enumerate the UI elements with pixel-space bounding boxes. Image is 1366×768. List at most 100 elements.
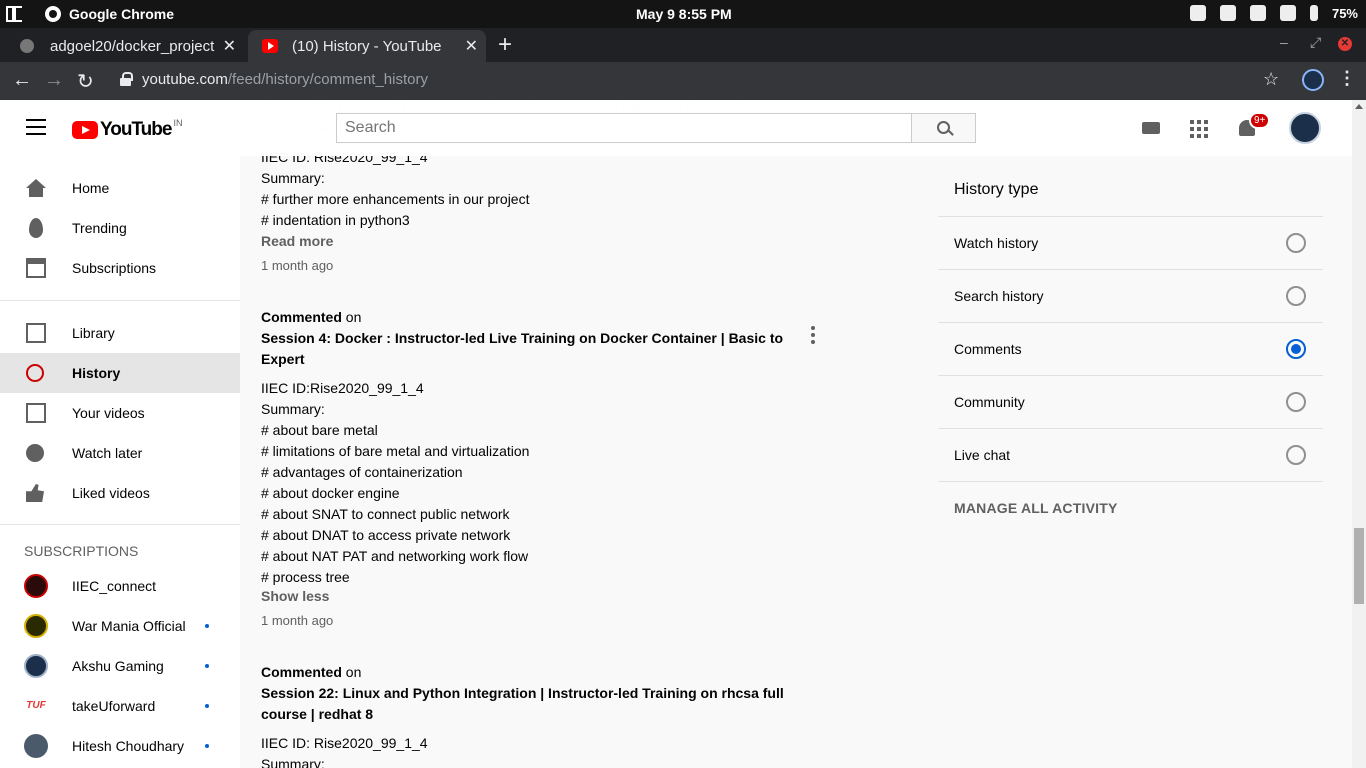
radio-button[interactable] [1286, 392, 1306, 412]
video-title-link[interactable]: Session 22: Linux and Python Integration… [261, 685, 784, 701]
forward-button[interactable]: → [44, 69, 64, 92]
system-clock[interactable]: May 9 8:55 PM [636, 6, 732, 22]
comment-menu-icon[interactable] [811, 326, 815, 347]
comment-summary-label: Summary: [261, 170, 325, 186]
comment-timestamp: 1 month ago [261, 258, 334, 273]
region-code: IN [173, 118, 183, 128]
sidebar-item-label: Watch later [72, 445, 143, 461]
radio-button-selected[interactable] [1286, 339, 1306, 359]
sidebar-item-label: Home [72, 180, 110, 196]
manage-all-activity-link[interactable]: MANAGE ALL ACTIVITY [954, 500, 1118, 516]
drive-icon[interactable] [1219, 5, 1236, 21]
tab-github[interactable]: adgoel20/docker_project ✕ [6, 30, 244, 62]
lock-icon[interactable] [120, 72, 133, 86]
create-video-icon[interactable] [1142, 122, 1160, 134]
close-tab-icon[interactable]: ✕ [223, 36, 236, 56]
battery-percent: 75% [1331, 5, 1358, 21]
radio-button[interactable] [1286, 233, 1306, 253]
radio-button[interactable] [1286, 286, 1306, 306]
page-scrollbar[interactable] [1352, 100, 1366, 768]
sidebar-item-label: Your videos [72, 405, 145, 421]
minimize-icon[interactable]: – [1280, 34, 1288, 50]
new-content-dot [205, 744, 209, 748]
read-more-button[interactable]: Read more [261, 233, 333, 249]
shield-icon[interactable] [1189, 5, 1206, 21]
sidebar-item-watch-later[interactable]: Watch later [0, 433, 240, 473]
sidebar-item-liked-videos[interactable]: Liked videos [0, 473, 240, 513]
chrome-profile-avatar[interactable] [1302, 69, 1324, 91]
browser-tab-strip: adgoel20/docker_project ✕ (10) History -… [0, 28, 1366, 62]
address-bar[interactable]: youtube.com/feed/history/comment_history [142, 71, 428, 88]
close-tab-icon[interactable]: ✕ [465, 36, 478, 56]
new-tab-button[interactable]: + [498, 31, 512, 59]
show-less-button[interactable]: Show less [261, 588, 329, 604]
sidebar-item-subscriptions[interactable]: Subscriptions [0, 248, 240, 288]
comment-action-line: Commented on [261, 664, 361, 680]
guide-sidebar: Home Trending Subscriptions Library Hist… [0, 156, 240, 768]
commented-label: Commented [261, 309, 342, 325]
video-title-link[interactable]: Expert [261, 351, 305, 367]
sidebar-item-label: Liked videos [72, 485, 150, 501]
chrome-menu-icon[interactable]: ⋮ [1338, 68, 1356, 89]
sidebar-item-trending[interactable]: Trending [0, 208, 240, 248]
search-button[interactable] [911, 113, 976, 143]
tab-youtube-history[interactable]: (10) History - YouTube ✕ [248, 30, 486, 62]
youtube-header: YouTube IN 9+ [0, 100, 1352, 156]
comment-line: # further more enhancements in our proje… [261, 191, 530, 207]
history-icon [26, 364, 44, 382]
channel-avatar [24, 574, 48, 598]
reload-button[interactable]: ↻ [77, 69, 94, 94]
sidebar-item-history[interactable]: History [0, 353, 240, 393]
video-title-link[interactable]: course | redhat 8 [261, 706, 373, 722]
subscriptions-icon [26, 258, 46, 278]
video-title-link[interactable]: Session 4: Docker : Instructor-led Live … [261, 330, 783, 346]
battery-icon[interactable] [1309, 5, 1318, 21]
back-button[interactable]: ← [12, 69, 32, 92]
option-comments[interactable]: Comments [938, 322, 1323, 375]
comment-id-line: IIEC ID:Rise2020_99_1_4 [261, 380, 424, 396]
comment-id-line: IIEC ID: Rise2020_99_1_4 [261, 735, 428, 751]
option-search-history[interactable]: Search history [938, 269, 1323, 322]
tuf-logo-icon: TUF [24, 694, 48, 718]
divider [938, 481, 1323, 482]
option-watch-history[interactable]: Watch history [938, 216, 1323, 269]
comment-history-feed: Session 22: Linux and Python Integration… [240, 100, 910, 768]
sidebar-item-label: Trending [72, 220, 127, 236]
comment-line: # about SNAT to connect public network [261, 506, 510, 522]
account-avatar[interactable] [1289, 112, 1321, 144]
window-close-icon[interactable]: ✕ [1338, 37, 1352, 51]
sidebar-item-label: Subscriptions [72, 260, 157, 276]
volume-icon[interactable] [1279, 5, 1296, 21]
subscription-item[interactable]: TUF takeUforward [0, 686, 240, 726]
subscription-item[interactable]: War Mania Official [0, 606, 240, 646]
comment-summary-label: Summary: [261, 756, 325, 768]
apps-grid-icon[interactable] [1190, 120, 1208, 138]
comment-line: # about docker engine [261, 485, 400, 501]
comment-line: # indentation in python3 [261, 212, 410, 228]
option-live-chat[interactable]: Live chat [938, 428, 1323, 481]
subscription-item[interactable]: IIEC_connect [0, 566, 240, 606]
search-input[interactable] [337, 114, 911, 142]
scrollbar-thumb[interactable] [1354, 528, 1364, 604]
commented-label: Commented [261, 664, 342, 680]
os-menu-icon[interactable] [6, 6, 22, 22]
bookmark-star-icon[interactable]: ☆ [1263, 69, 1279, 90]
sidebar-item-library[interactable]: Library [0, 313, 240, 353]
wifi-icon[interactable] [1249, 5, 1266, 21]
guide-menu-icon[interactable] [26, 119, 46, 135]
subscriptions-heading: SUBSCRIPTIONS [24, 543, 139, 559]
search-box[interactable] [336, 113, 912, 143]
option-community[interactable]: Community [938, 375, 1323, 428]
subscription-item[interactable]: Akshu Gaming [0, 646, 240, 686]
subscription-item[interactable]: Hitesh Choudhary [0, 726, 240, 766]
channel-name: takeUforward [72, 698, 156, 714]
sidebar-item-your-videos[interactable]: Your videos [0, 393, 240, 433]
radio-button[interactable] [1286, 445, 1306, 465]
scroll-up-arrow-icon[interactable] [1355, 104, 1363, 109]
sidebar-item-home[interactable]: Home [0, 168, 240, 208]
youtube-logo[interactable]: YouTube IN [72, 118, 183, 141]
restore-icon[interactable]: ⤢ [1310, 34, 1321, 51]
new-content-dot [205, 664, 209, 668]
system-tray: 75% [1189, 5, 1358, 21]
history-type-title: History type [954, 181, 1039, 198]
